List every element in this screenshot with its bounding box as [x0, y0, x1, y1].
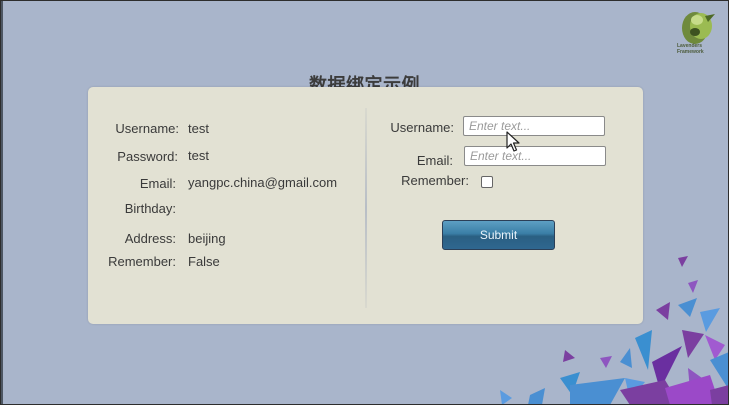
window-left-edge — [0, 0, 3, 405]
display-address-value: beijing — [188, 231, 226, 246]
display-password-label: Password: — [117, 149, 178, 164]
display-birthday-label: Birthday: — [124, 201, 176, 216]
display-username-value: test — [188, 121, 209, 136]
submit-button[interactable]: Submit — [442, 220, 555, 250]
remember-checkbox[interactable] — [481, 176, 493, 188]
mouse-cursor-icon — [506, 131, 520, 152]
display-username-label: Username: — [115, 121, 179, 136]
panel-divider — [365, 108, 367, 308]
email-input[interactable]: Enter text... — [464, 146, 606, 166]
form-remember-label: Remember: — [401, 173, 469, 188]
display-address-label: Address: — [124, 231, 176, 246]
display-email-label: Email: — [139, 176, 176, 191]
logo-text: Lavenders Framework — [677, 43, 704, 55]
username-input[interactable]: Enter text... — [463, 116, 605, 136]
form-email-label: Email: — [416, 153, 453, 168]
display-remember-value: False — [188, 254, 220, 269]
display-email-value: yangpc.china@gmail.com — [188, 175, 338, 190]
form-username-label: Username: — [390, 120, 454, 135]
display-remember-label: Remember: — [108, 254, 176, 269]
display-password-value: test — [188, 148, 209, 163]
